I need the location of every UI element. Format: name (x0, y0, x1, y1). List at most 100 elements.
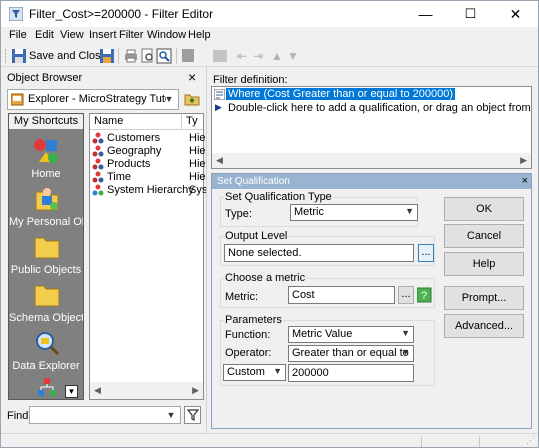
value-type-dropdown-value: Custom (227, 366, 265, 378)
hierarchy-item-icon (92, 132, 104, 144)
find-input[interactable]: ▼ (29, 406, 181, 424)
function-dropdown[interactable]: Metric Value ▼ (288, 326, 414, 343)
resize-grip-icon[interactable]: ⋰ (526, 435, 535, 446)
toolbar-grip (5, 49, 7, 63)
metric-browse-button[interactable]: ... (398, 286, 414, 304)
folder-icon (34, 237, 60, 259)
chevron-down-icon: ▼ (164, 94, 174, 104)
scroll-right-icon[interactable]: ▶ (192, 385, 199, 396)
metric-label: Metric: (225, 291, 258, 303)
shortcut-home[interactable]: Home (9, 134, 83, 182)
folder-up-icon[interactable] (184, 91, 200, 107)
object-browser-title: Object Browser (7, 72, 83, 84)
toolbar: Save and Close ⇤ ⇥ ▲ ▼ (1, 45, 538, 67)
folder-icon (34, 285, 60, 307)
shortcut-label: Data Explorer (12, 360, 80, 372)
list-item[interactable]: System Hierarchy Sys (92, 184, 207, 197)
qualification-type-group-title: Set Qualification Type (224, 191, 333, 203)
set-qualification-dialog: Set Qualification × Set Qualification Ty… (211, 173, 532, 429)
toolbar-separator (176, 48, 177, 64)
scroll-left-icon[interactable]: ◀ (94, 385, 101, 396)
hierarchy-icon[interactable] (37, 377, 57, 397)
help-button[interactable]: Help (444, 252, 524, 276)
filter-button[interactable] (184, 406, 201, 424)
column-header-name[interactable]: Name (90, 114, 182, 130)
find-label: Find: (7, 410, 32, 422)
status-separator (479, 436, 480, 447)
my-shortcuts-tab[interactable]: My Shortcuts (9, 114, 83, 130)
ok-button[interactable]: OK (444, 197, 524, 221)
shortcut-label: My Personal Ob... (9, 216, 83, 228)
list-item[interactable]: Customers Hie (92, 132, 206, 145)
list-item-type: Hie (189, 171, 206, 183)
prompt-button[interactable]: Prompt... (444, 286, 524, 310)
menu-help[interactable]: Help (188, 29, 211, 41)
function-dropdown-value: Metric Value (292, 328, 353, 340)
menu-file[interactable]: File (9, 29, 27, 41)
shortcuts-more-button[interactable]: ▼ (65, 385, 78, 398)
move-up-icon: ▲ (271, 49, 283, 63)
hierarchy-item-icon (92, 145, 104, 157)
list-item[interactable]: Products Hie (92, 158, 206, 171)
shortcuts-bar: My Shortcuts Home My Personal Ob... Publ… (8, 113, 84, 400)
type-dropdown-value: Metric (294, 206, 324, 218)
horizontal-scrollbar[interactable]: ◀ ▶ (90, 382, 203, 399)
metric-help-icon[interactable]: ? (417, 287, 432, 303)
type-dropdown[interactable]: Metric ▼ (290, 204, 418, 221)
close-button[interactable]: ✕ (493, 1, 538, 27)
qualification-icon (214, 89, 225, 100)
value-input[interactable]: 200000 (288, 364, 414, 382)
list-item-name: Time (107, 171, 132, 183)
dialog-close-icon[interactable]: × (522, 174, 528, 189)
status-separator (421, 436, 422, 447)
minimize-button[interactable]: — (403, 1, 448, 27)
scroll-left-icon[interactable]: ◀ (216, 155, 223, 166)
menu-view[interactable]: View (60, 29, 84, 41)
list-item[interactable]: Time Hie (92, 171, 206, 184)
metric-field[interactable]: Cost (288, 286, 395, 304)
location-dropdown-value: Explorer - MicroStrategy Tutorial (28, 93, 166, 105)
location-dropdown[interactable]: Explorer - MicroStrategy Tutorial ▼ (7, 89, 179, 110)
window-title: Filter_Cost>=200000 - Filter Editor (29, 7, 214, 21)
object-browser-close-icon[interactable]: × (188, 69, 196, 85)
explorer-icon (11, 93, 24, 106)
output-level-browse-button[interactable]: ... (418, 244, 434, 262)
shortcut-schema-objects[interactable]: Schema Objects (9, 278, 83, 326)
advanced-button[interactable]: Advanced... (444, 314, 524, 338)
save-button-icon[interactable] (99, 48, 115, 64)
filter-definition-pane[interactable]: Where (Cost Greater than or equal to 200… (211, 86, 532, 169)
list-item-type: Hie (189, 158, 206, 170)
menu-insert[interactable]: Insert (89, 29, 117, 41)
chevron-down-icon: ▼ (405, 206, 414, 216)
dialog-title: Set Qualification (217, 176, 290, 187)
hierarchy-item-icon (92, 158, 104, 170)
panel-splitter[interactable] (206, 67, 207, 433)
dialog-title-bar: Set Qualification × (212, 174, 531, 189)
menu-window[interactable]: Window (147, 29, 186, 41)
scroll-right-icon[interactable]: ▶ (520, 155, 527, 166)
menu-edit[interactable]: Edit (35, 29, 54, 41)
shortcut-my-personal-objects[interactable]: My Personal Ob... (9, 182, 83, 230)
maximize-button[interactable]: ☐ (448, 1, 493, 27)
print-preview-icon[interactable] (140, 48, 156, 64)
list-item-name: Customers (107, 132, 161, 144)
status-bar: ⋰ (1, 433, 538, 448)
save-icon (12, 49, 26, 63)
list-item-type: Sys (189, 184, 208, 196)
save-and-close-button[interactable]: Save and Close (29, 50, 107, 62)
column-header-type[interactable]: Ty (182, 114, 203, 130)
menu-filter[interactable]: Filter (119, 29, 143, 41)
horizontal-scrollbar[interactable]: ◀ ▶ (212, 153, 531, 168)
shortcut-data-explorer[interactable]: Data Explorer (9, 326, 83, 374)
funnel-icon (187, 409, 199, 421)
print-icon[interactable] (123, 48, 139, 64)
operator-dropdown[interactable]: Greater than or equal to ▼ (288, 345, 414, 362)
disabled-tool-icon (182, 49, 194, 62)
output-level-field[interactable]: None selected. (224, 244, 414, 262)
value-type-dropdown[interactable]: Custom ▼ (223, 364, 286, 381)
list-item-type: Hie (189, 145, 206, 157)
cancel-button[interactable]: Cancel (444, 224, 524, 248)
list-item[interactable]: Geography Hie (92, 145, 206, 158)
find-object-icon[interactable] (156, 48, 172, 64)
shortcut-public-objects[interactable]: Public Objects (9, 230, 83, 278)
